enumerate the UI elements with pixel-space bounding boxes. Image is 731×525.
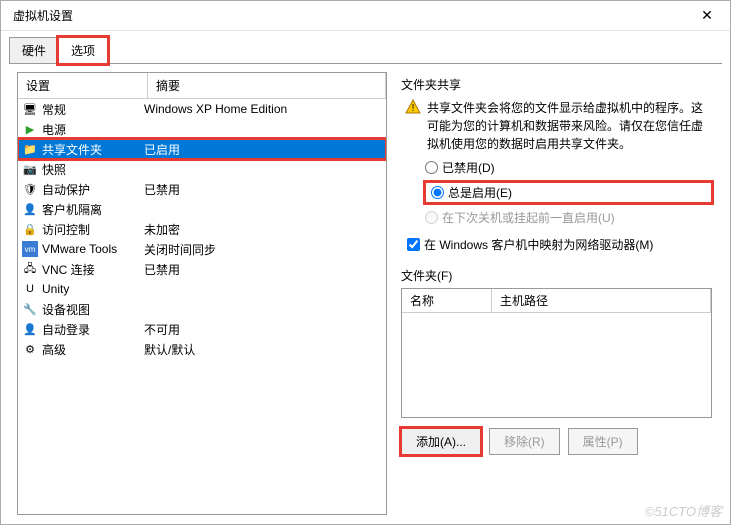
vm-settings-window: 虚拟机设置 ✕ 硬件 选项 设置 摘要 🖥常规 Windows XP Home E…: [0, 0, 731, 525]
row-summary: 已禁用: [144, 181, 382, 198]
radio-disabled-input[interactable]: [425, 161, 438, 174]
watermark: ©51CTO博客: [645, 501, 722, 520]
row-summary: Windows XP Home Edition: [144, 102, 382, 116]
list-item[interactable]: ▶电源: [18, 119, 386, 139]
radio-always-input[interactable]: [431, 186, 444, 199]
share-section: 文件夹共享 ! 共享文件夹会将您的文件显示给虚拟机中的程序。这可能为您的计算机和…: [401, 76, 712, 253]
row-name: 快照: [42, 161, 66, 178]
row-name: 共享文件夹: [42, 141, 102, 158]
folders-section: 文件夹(F) 名称 主机路径 添加(A)... 移除(R) 属性(P): [401, 267, 712, 455]
row-name: Unity: [42, 282, 69, 296]
row-name: 电源: [42, 121, 66, 138]
titlebar: 虚拟机设置 ✕: [1, 1, 730, 31]
list-item[interactable]: 👤客户机隔离: [18, 199, 386, 219]
list-item[interactable]: vm VMware Tools 关闭时间同步: [18, 239, 386, 259]
row-summary: 未加密: [144, 221, 382, 238]
list-item[interactable]: 🖥常规 Windows XP Home Edition: [18, 99, 386, 119]
share-title: 文件夹共享: [401, 76, 712, 93]
remove-button: 移除(R): [489, 428, 560, 455]
row-name: 高级: [42, 341, 66, 358]
list-item[interactable]: ⚙高级 默认/默认: [18, 339, 386, 359]
tab-hardware[interactable]: 硬件: [9, 37, 59, 64]
row-icon: 🖥: [22, 101, 38, 117]
folder-list[interactable]: 名称 主机路径: [401, 288, 712, 418]
warning-box: ! 共享文件夹会将您的文件显示给虚拟机中的程序。这可能为您的计算机和数据带来风险…: [401, 97, 712, 159]
list-item[interactable]: U Unity: [18, 279, 386, 299]
check-map-drive-input[interactable]: [407, 238, 420, 251]
row-icon: 🖧: [22, 261, 38, 277]
row-icon: ▶: [22, 121, 38, 137]
list-header: 设置 摘要: [18, 73, 386, 99]
window-title: 虚拟机设置: [9, 7, 73, 24]
row-name: VMware Tools: [42, 242, 117, 256]
row-name: 访问控制: [42, 221, 90, 238]
radio-disabled[interactable]: 已禁用(D): [425, 159, 712, 176]
row-name: 客户机隔离: [42, 201, 102, 218]
row-summary: 不可用: [144, 321, 382, 338]
radio-always[interactable]: 总是启用(E): [425, 182, 712, 203]
warning-icon: !: [405, 99, 421, 115]
row-icon: ⚙: [22, 341, 38, 357]
check-map-drive[interactable]: 在 Windows 客户机中映射为网络驱动器(M): [401, 236, 712, 253]
tab-strip: 硬件 选项: [1, 31, 730, 64]
col-setting: 设置: [18, 73, 148, 98]
row-name: 自动登录: [42, 321, 90, 338]
radio-until-input: [425, 211, 438, 224]
svg-text:!: !: [412, 103, 415, 114]
add-button[interactable]: 添加(A)...: [401, 428, 481, 455]
row-icon: 📁: [22, 141, 38, 157]
folder-buttons: 添加(A)... 移除(R) 属性(P): [401, 428, 712, 455]
list-item[interactable]: 🖧VNC 连接 已禁用: [18, 259, 386, 279]
row-name: 设备视图: [42, 301, 90, 318]
row-summary: 已启用: [144, 141, 382, 158]
row-name: 自动保护: [42, 181, 90, 198]
list-item[interactable]: 📷快照: [18, 159, 386, 179]
details-pane: 文件夹共享 ! 共享文件夹会将您的文件显示给虚拟机中的程序。这可能为您的计算机和…: [399, 72, 714, 515]
radio-until: 在下次关机或挂起前一直启用(U): [425, 209, 712, 226]
radio-group: 已禁用(D) 总是启用(E) 在下次关机或挂起前一直启用(U): [401, 159, 712, 226]
list-body[interactable]: 🖥常规Windows XP Home Edition▶电源📁共享文件夹已启用📷快…: [18, 99, 386, 514]
row-icon: 📷: [22, 161, 38, 177]
row-icon: U: [22, 281, 38, 297]
row-icon: 🔧: [22, 301, 38, 317]
list-item[interactable]: 🔒访问控制 未加密: [18, 219, 386, 239]
list-item[interactable]: 🛡自动保护 已禁用: [18, 179, 386, 199]
col-summary: 摘要: [148, 73, 386, 98]
list-item[interactable]: 👤自动登录 不可用: [18, 319, 386, 339]
row-icon: 🔒: [22, 221, 38, 237]
list-item[interactable]: 📁共享文件夹 已启用: [18, 139, 386, 159]
folders-title: 文件夹(F): [401, 267, 712, 284]
settings-list: 设置 摘要 🖥常规Windows XP Home Edition▶电源📁共享文件…: [17, 72, 387, 515]
row-summary: 已禁用: [144, 261, 382, 278]
row-name: 常规: [42, 101, 66, 118]
list-item[interactable]: 🔧设备视图: [18, 299, 386, 319]
close-icon[interactable]: ✕: [692, 7, 722, 24]
row-icon: vm: [22, 241, 38, 257]
row-icon: 🛡: [22, 181, 38, 197]
folder-list-header: 名称 主机路径: [402, 289, 711, 313]
row-icon: 👤: [22, 201, 38, 217]
row-summary: 关闭时间同步: [144, 241, 382, 258]
options-panel: 设置 摘要 🖥常规Windows XP Home Edition▶电源📁共享文件…: [9, 63, 722, 523]
warning-text: 共享文件夹会将您的文件显示给虚拟机中的程序。这可能为您的计算机和数据带来风险。请…: [427, 99, 712, 153]
row-summary: 默认/默认: [144, 341, 382, 358]
row-name: VNC 连接: [42, 261, 95, 278]
tab-options[interactable]: 选项: [58, 37, 108, 64]
fcol-path: 主机路径: [492, 289, 711, 312]
props-button: 属性(P): [568, 428, 638, 455]
row-icon: 👤: [22, 321, 38, 337]
fcol-name: 名称: [402, 289, 492, 312]
